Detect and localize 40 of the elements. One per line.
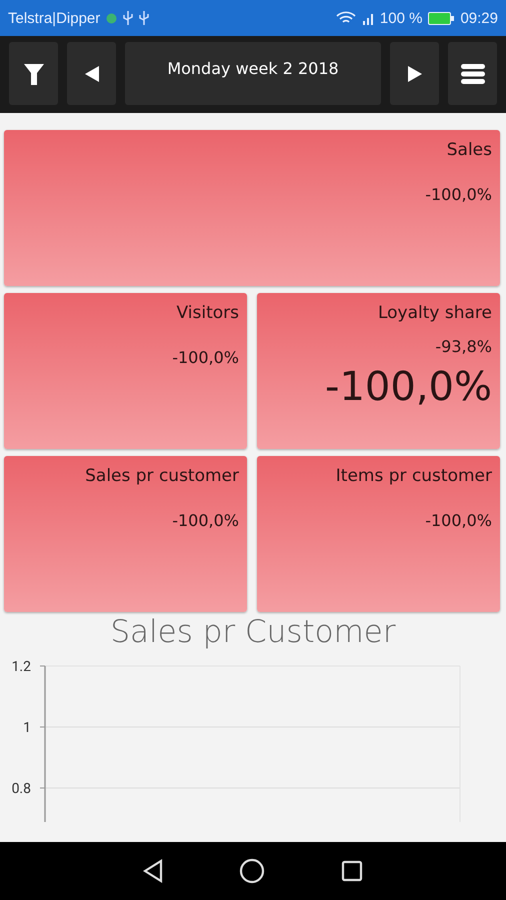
left-triangle-icon [84, 66, 98, 82]
kpi-title: Items pr customer [336, 466, 492, 486]
y-tick-label: 1 [23, 720, 31, 736]
battery-percent: 100 % [380, 10, 422, 26]
kpi-title: Visitors [176, 303, 239, 323]
kpi-change: -100,0% [425, 511, 492, 530]
kpi-card[interactable]: Visitors -100,0% [4, 293, 247, 449]
usb-icon [123, 11, 134, 25]
signal-icon [362, 11, 374, 25]
battery-icon [428, 12, 454, 24]
kpi-card[interactable]: Sales pr customer -100,0% [4, 456, 247, 612]
kpi-card[interactable]: Loyalty share -93,8% -100,0% [257, 293, 500, 449]
carrier-name: Telstra|Dipper [8, 10, 100, 26]
kpi-card[interactable]: Sales -100,0% [4, 130, 500, 286]
kpi-title: Sales [446, 140, 492, 160]
y-tick-label: 1.2 [12, 659, 31, 675]
right-triangle-icon [408, 66, 422, 82]
wifi-icon [336, 11, 356, 25]
kpi-change: -100,0% [425, 185, 492, 204]
kpi-change: -93,8% [435, 337, 492, 356]
period-button[interactable]: Monday week 2 2018 [125, 42, 381, 105]
usb-icon [139, 11, 150, 25]
kpi-title: Sales pr customer [85, 466, 239, 486]
kpi-value: -100,0% [325, 364, 492, 410]
home-icon[interactable] [239, 858, 265, 884]
kpi-card[interactable]: Items pr customer -100,0% [257, 456, 500, 612]
filter-button[interactable] [9, 42, 58, 105]
kpi-change: -100,0% [172, 348, 239, 367]
y-tick-label: 0.8 [12, 781, 31, 797]
filter-icon [22, 62, 44, 86]
kpi-change: -100,0% [172, 511, 239, 530]
previous-button[interactable] [67, 42, 116, 105]
chart-title: Sales pr Customer [110, 614, 396, 650]
recents-icon[interactable] [341, 860, 363, 882]
clock-time: 09:29 [460, 10, 498, 26]
back-icon[interactable] [143, 859, 163, 883]
menu-icon [460, 62, 484, 84]
menu-button[interactable] [448, 42, 497, 105]
kpi-title: Loyalty share [378, 303, 492, 323]
next-button[interactable] [390, 42, 439, 105]
